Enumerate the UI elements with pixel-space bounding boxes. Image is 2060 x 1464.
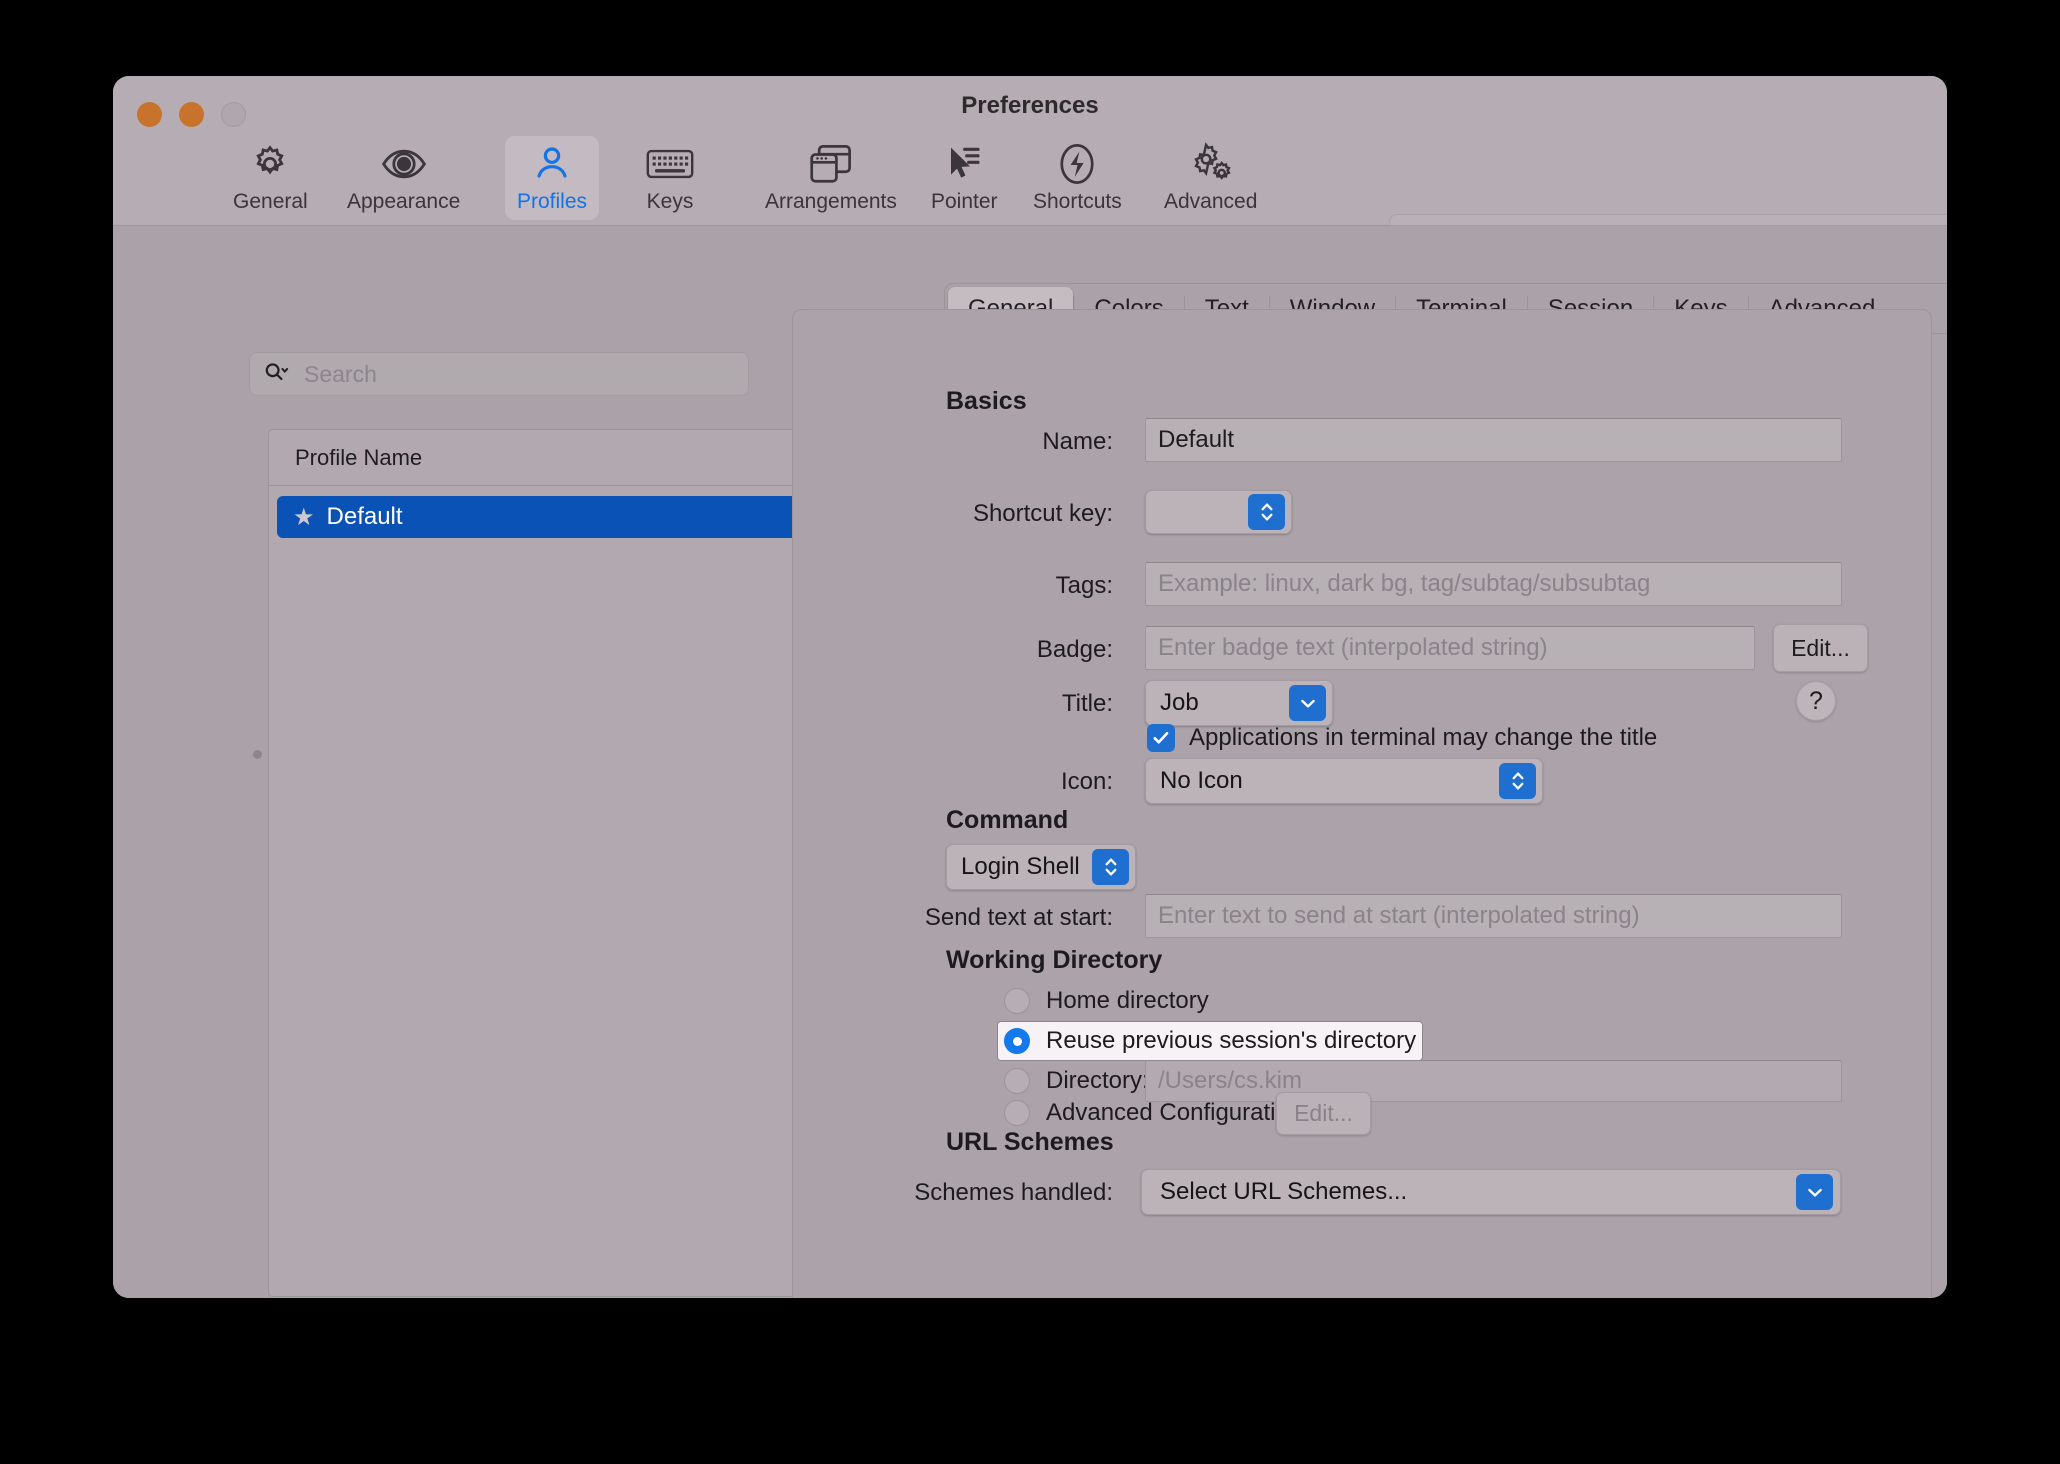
badge-label: Badge:	[1036, 636, 1113, 663]
radio-off-icon[interactable]	[1004, 988, 1030, 1014]
radio-label: Home directory	[1046, 987, 1209, 1014]
profiles-sidebar: Search Profile Name ★ Default Tags > + −	[113, 226, 890, 1298]
sidebar-splitter-handle[interactable]	[253, 750, 262, 759]
radio-off-icon[interactable]	[1004, 1068, 1030, 1094]
gear-icon	[249, 142, 291, 186]
star-icon: ★	[293, 503, 315, 531]
name-label: Name:	[1042, 428, 1113, 455]
toolbar-item-label: Advanced	[1164, 190, 1258, 213]
toolbar-item-general[interactable]: General	[221, 136, 320, 220]
toolbar-item-arrangements[interactable]: Arrangements	[753, 136, 909, 220]
shortcut-key-label: Shortcut key:	[972, 500, 1113, 527]
profile-row-label: Default	[326, 503, 403, 530]
command-section-heading: Command	[946, 806, 1069, 834]
person-icon	[532, 142, 572, 186]
shortcut-key-stepper-icon[interactable]	[1248, 494, 1285, 530]
toolbar-item-appearance[interactable]: Appearance	[335, 136, 472, 220]
radio-label: Advanced Configuration	[1046, 1099, 1303, 1126]
radio-label: Directory:	[1046, 1067, 1149, 1094]
eye-icon	[381, 142, 427, 186]
url-schemes-section-heading: URL Schemes	[946, 1128, 1114, 1156]
command-mode-stepper-icon[interactable]	[1092, 849, 1129, 885]
toolbar-item-shortcuts[interactable]: Shortcuts	[1021, 136, 1134, 220]
title-help-button[interactable]: ?	[1796, 681, 1836, 721]
preferences-window: Preferences General Appearance Profiles …	[113, 76, 1947, 1298]
toolbar-item-keys[interactable]: Keys	[634, 136, 706, 220]
send-text-input[interactable]: Enter text to send at start (interpolate…	[1145, 894, 1842, 938]
app-title-checkbox-label: Applications in terminal may change the …	[1189, 724, 1658, 751]
radio-home-directory[interactable]: Home directory	[998, 982, 1215, 1020]
advanced-configuration-edit-button[interactable]: Edit...	[1276, 1092, 1371, 1135]
radio-off-icon[interactable]	[1004, 1100, 1030, 1126]
windows-icon	[809, 142, 853, 186]
general-settings-panel: Basics Name: Default Shortcut key: Tags:…	[792, 309, 1932, 1298]
profile-search-input[interactable]: Search	[249, 352, 749, 396]
basics-section-heading: Basics	[946, 387, 1027, 415]
badge-input[interactable]: Enter badge text (interpolated string)	[1145, 626, 1755, 670]
double-gear-icon	[1188, 142, 1234, 186]
toolbar-item-label: Profiles	[517, 190, 588, 213]
bolt-icon	[1057, 142, 1097, 186]
profile-detail-pane: General Colors Text Window Terminal Sess…	[789, 226, 1947, 1298]
working-directory-section-heading: Working Directory	[946, 946, 1163, 974]
schemes-handled-chevron-icon[interactable]	[1796, 1174, 1833, 1210]
icon-label: Icon:	[1060, 768, 1113, 795]
toolbar-item-label: Keys	[646, 190, 694, 213]
radio-on-icon[interactable]	[1004, 1028, 1030, 1054]
checkbox-checked-icon[interactable]	[1147, 724, 1175, 752]
badge-edit-button[interactable]: Edit...	[1773, 624, 1868, 672]
toolbar-item-label: Shortcuts	[1033, 190, 1122, 213]
toolbar-item-label: Arrangements	[765, 190, 897, 213]
keyboard-icon	[646, 142, 694, 186]
tags-input[interactable]: Example: linux, dark bg, tag/subtag/subs…	[1145, 562, 1842, 606]
toolbar-item-profiles[interactable]: Profiles	[505, 136, 600, 220]
profile-search-placeholder: Search	[304, 360, 377, 387]
toolbar-item-label: General	[233, 190, 308, 213]
app-title-checkbox-row[interactable]: Applications in terminal may change the …	[1147, 724, 1657, 752]
icon-popup-stepper-icon[interactable]	[1499, 763, 1536, 799]
window-titlebar: Preferences General Appearance Profiles …	[113, 76, 1947, 292]
title-popup-chevron-icon[interactable]	[1289, 685, 1326, 721]
radio-label: Reuse previous session's directory	[1046, 1027, 1417, 1054]
toolbar-item-label: Appearance	[347, 190, 461, 213]
send-text-label: Send text at start:	[924, 904, 1113, 931]
toolbar-item-advanced[interactable]: Advanced	[1152, 136, 1269, 220]
toolbar-item-pointer[interactable]: Pointer	[919, 136, 1010, 220]
radio-reuse-previous-session-directory[interactable]: Reuse previous session's directory	[998, 1022, 1423, 1060]
preferences-body: Search Profile Name ★ Default Tags > + −	[113, 226, 1947, 1298]
name-input[interactable]: Default	[1145, 418, 1842, 462]
cursor-icon	[944, 142, 984, 186]
schemes-handled-popup[interactable]: Select URL Schemes...	[1141, 1169, 1841, 1215]
tags-label: Tags:	[1055, 572, 1113, 599]
radio-advanced-configuration[interactable]: Advanced Configuration	[998, 1094, 1308, 1132]
window-title: Preferences	[961, 92, 1099, 119]
title-label: Title:	[1061, 690, 1113, 717]
schemes-handled-label: Schemes handled:	[914, 1179, 1113, 1206]
toolbar-item-label: Pointer	[931, 190, 998, 213]
search-icon	[264, 360, 290, 389]
icon-popup[interactable]: No Icon	[1145, 758, 1543, 804]
